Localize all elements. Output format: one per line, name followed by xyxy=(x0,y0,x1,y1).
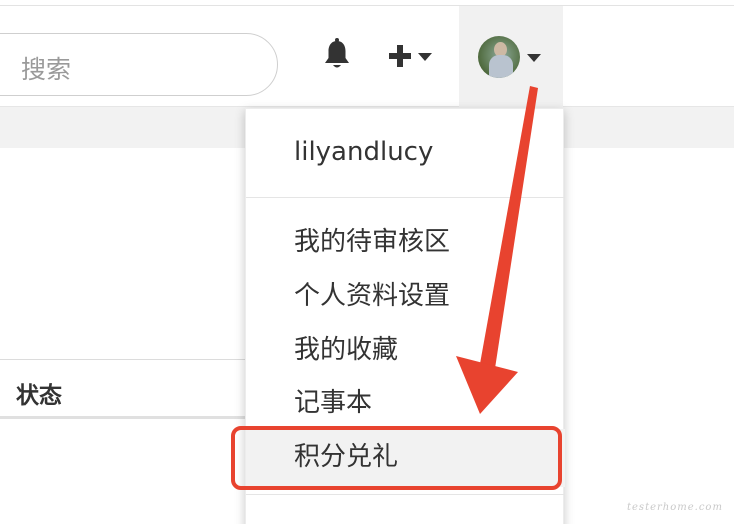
chevron-down-icon xyxy=(418,53,432,61)
menu-item-review-queue[interactable]: 我的待审核区 xyxy=(294,221,450,258)
menu-divider xyxy=(246,197,565,198)
navbar: 搜索 xyxy=(0,6,734,107)
search-placeholder: 搜索 xyxy=(21,55,72,84)
watermark: testerhome.com xyxy=(627,502,723,513)
menu-divider xyxy=(246,494,565,495)
menu-item-notebook[interactable]: 记事本 xyxy=(294,382,372,419)
status-column-header: 状态 xyxy=(16,383,62,409)
menu-item-favorites[interactable]: 我的收藏 xyxy=(294,329,398,366)
search-input[interactable]: 搜索 xyxy=(0,33,278,96)
plus-icon xyxy=(389,45,411,67)
avatar[interactable] xyxy=(478,36,520,78)
new-item-dropdown[interactable] xyxy=(386,42,440,70)
user-menu-button[interactable] xyxy=(459,6,563,107)
username-label[interactable]: lilyandlucy xyxy=(294,137,433,167)
bell-icon[interactable] xyxy=(322,38,352,72)
table-header: 状态 xyxy=(0,359,250,419)
menu-item-profile-settings[interactable]: 个人资料设置 xyxy=(294,275,450,312)
chevron-down-icon xyxy=(527,54,541,62)
highlight-annotation-box xyxy=(231,426,562,490)
